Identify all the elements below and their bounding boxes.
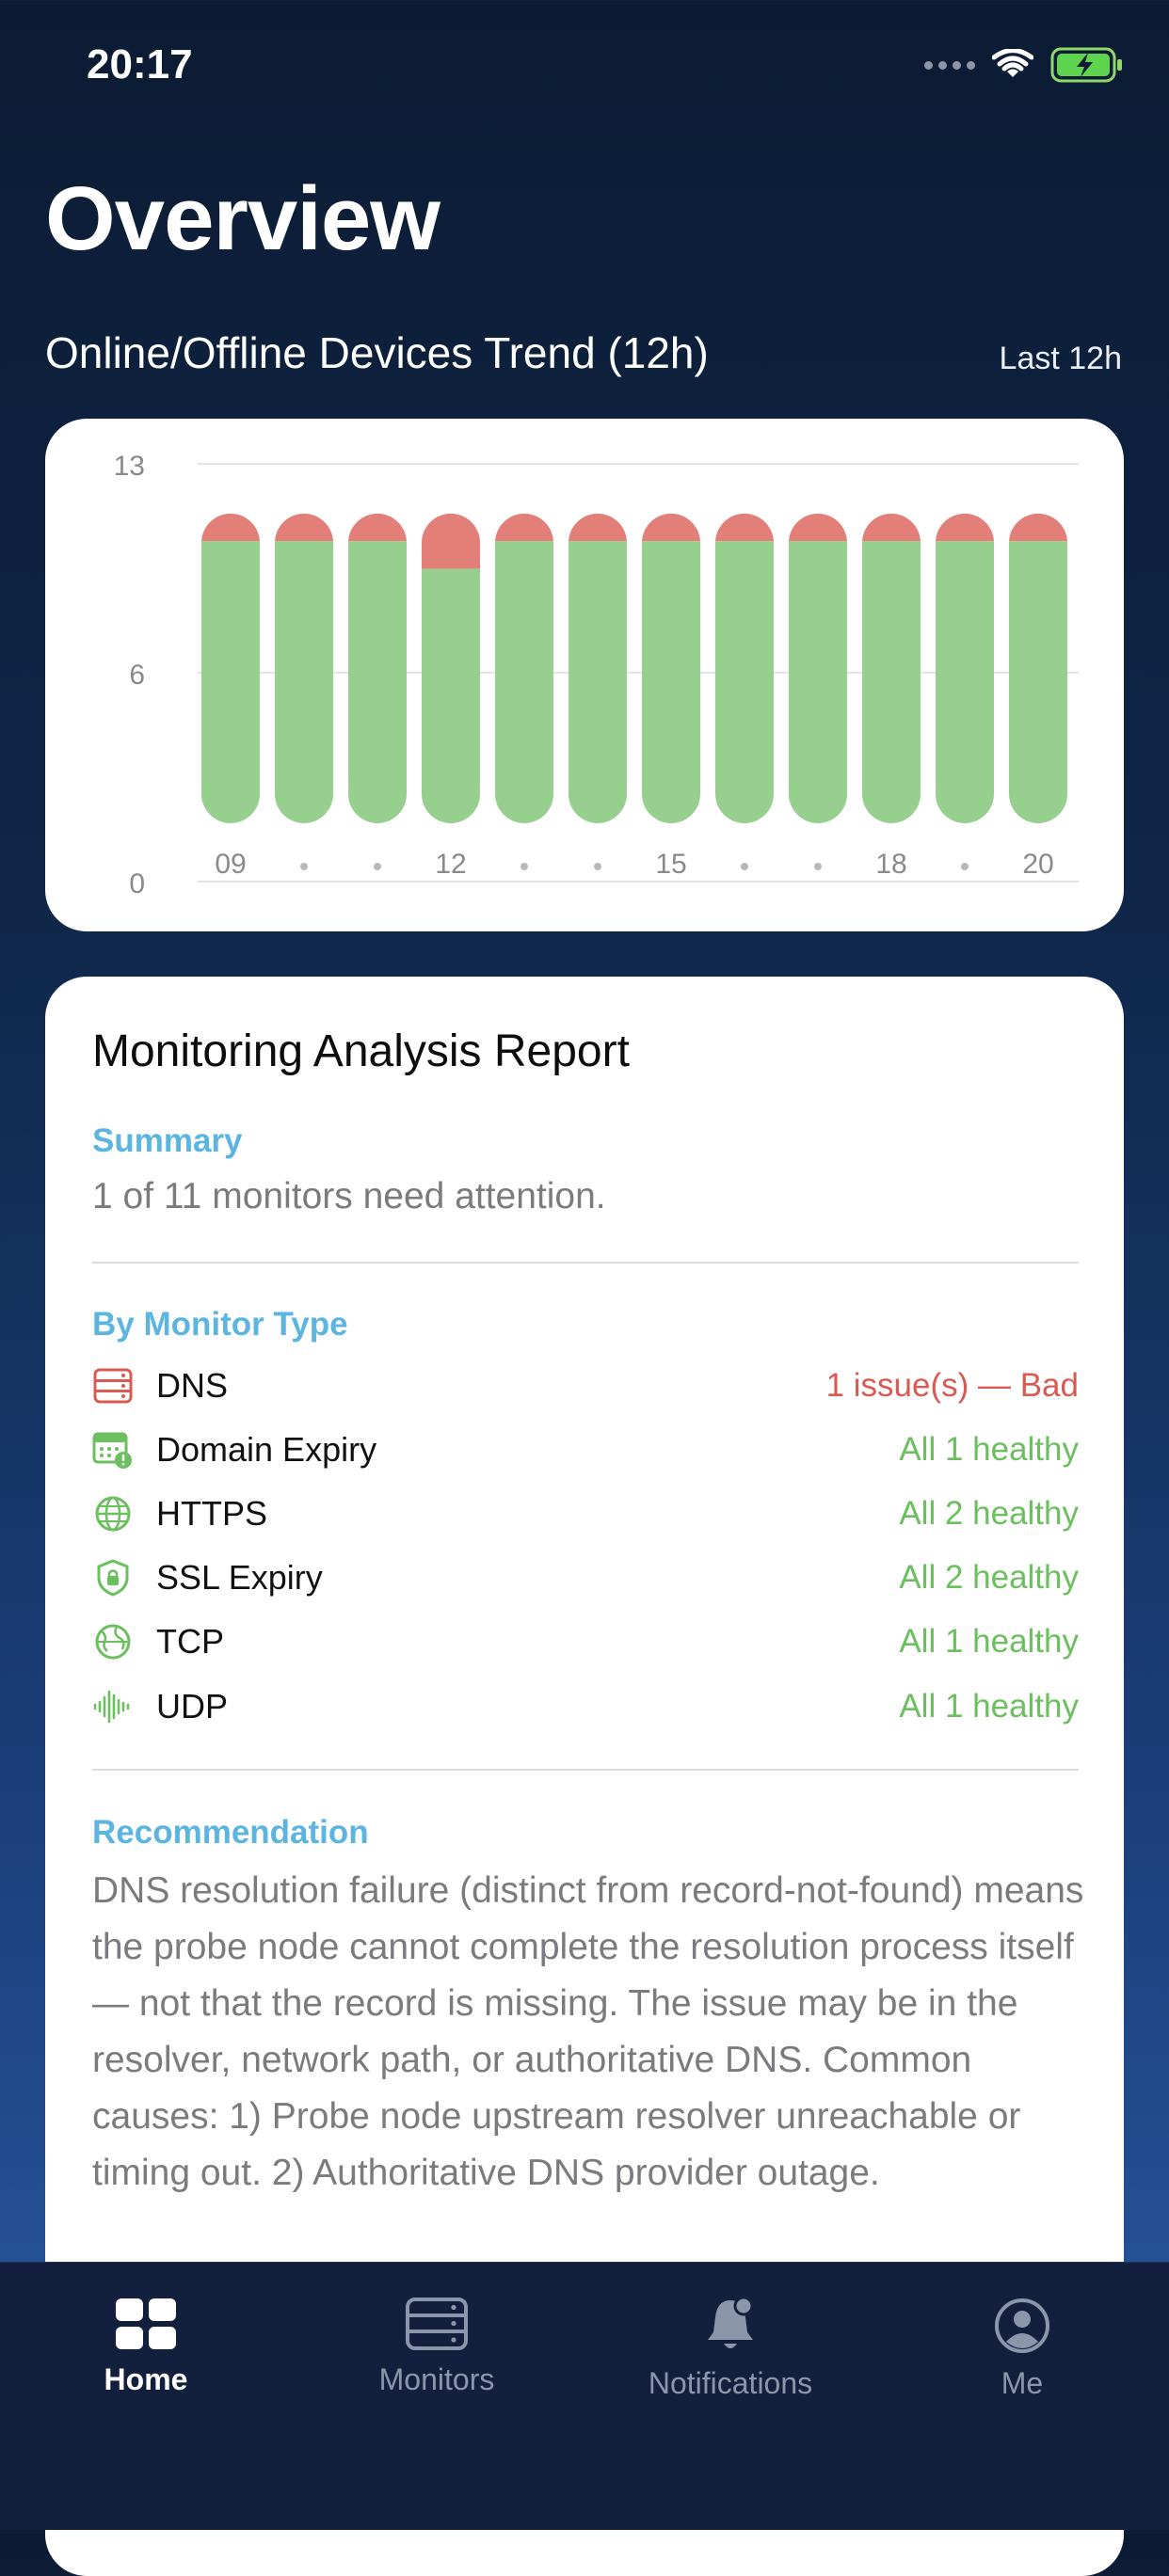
bar-online [642,541,700,823]
tab-me[interactable]: Me [928,2297,1116,2401]
monitor-type-name: Domain Expiry [156,1430,377,1469]
y-tick-label: 13 [114,451,145,482]
bar-online [1009,541,1067,823]
bar-online [862,541,921,823]
bar-offline [936,513,994,543]
tab-notifications[interactable]: Notifications [636,2297,825,2401]
x-tick-dot [300,863,308,870]
tab-monitors[interactable]: Monitors [343,2297,531,2397]
x-tick-dot [741,863,748,870]
x-tick-label: 12 [435,849,466,880]
network-globe-icon [92,1621,134,1662]
x-tick-label: 09 [215,849,246,880]
bar-offline [789,513,847,543]
monitor-type-name: TCP [156,1622,224,1661]
bar-offline [275,513,333,543]
monitor-type-row-tcp[interactable]: TCP All 1 healthy [92,1614,1079,1670]
x-tick-dot [520,863,528,870]
x-tick-dot [594,863,601,870]
tab-label: Home [104,2362,188,2396]
summary-text: 1 of 11 monitors need attention. [92,1176,606,1216]
bar-offline [495,513,553,543]
bar-online [348,541,407,823]
bar-offline [1009,513,1067,543]
server-icon [92,1365,134,1407]
x-tick-dot [374,863,381,870]
bar-offline [862,513,921,543]
by-type-heading: By Monitor Type [92,1306,348,1343]
divider [92,1262,1079,1264]
tab-label: Notifications [648,2366,813,2400]
status-bar: 20:17 [0,0,1169,122]
divider [92,1769,1079,1771]
monitor-type-status: All 1 healthy [899,1623,1079,1660]
bell-icon [708,2297,754,2348]
monitor-type-status: All 2 healthy [899,1559,1079,1596]
x-tick-label: 18 [875,849,906,880]
x-tick-label: 20 [1022,849,1053,880]
bar-online [201,541,260,823]
bar-online [568,541,627,823]
signal-dots-icon [924,60,975,70]
bar-online [422,568,480,823]
monitor-type-name: UDP [156,1687,229,1725]
monitor-type-row-https[interactable]: HTTPS All 2 healthy [92,1486,1079,1542]
y-tick-label: 6 [129,660,145,691]
monitor-type-status: All 1 healthy [899,1688,1079,1725]
bar-online [936,541,994,823]
tab-home[interactable]: Home [52,2297,240,2397]
server-icon [406,2298,468,2350]
bar-offline [568,513,627,543]
trend-chart: 13 6 0 09 12 15 18 20 [114,451,1079,899]
status-time: 20:17 [87,41,193,87]
bar-offline [422,513,480,569]
waveform-icon [92,1686,134,1727]
bar-online [495,541,553,823]
person-icon [995,2298,1049,2353]
monitor-type-row-domain-expiry[interactable]: Domain Expiry All 1 healthy [92,1422,1079,1478]
recommendation-heading: Recommendation [92,1814,369,1851]
battery-charging-icon [1050,47,1122,83]
page-title: Overview [45,168,440,269]
bar-offline [201,513,260,543]
monitor-type-row-dns[interactable]: DNS 1 issue(s) — Bad [92,1358,1079,1414]
monitor-type-name: SSL Expiry [156,1558,323,1597]
bar-online [715,541,774,823]
monitor-type-status: All 2 healthy [899,1495,1079,1532]
x-tick-label: 15 [655,849,686,880]
tab-bar: Home Monitors Notifications Me [0,2262,1169,2530]
status-icons [924,47,1124,83]
grid-icon [116,2298,176,2349]
monitor-type-row-ssl-expiry[interactable]: SSL Expiry All 2 healthy [92,1550,1079,1606]
bar-offline [715,513,774,543]
y-tick-label: 0 [129,868,145,899]
trend-title: Online/Offline Devices Trend (12h) [45,328,709,377]
report-title: Monitoring Analysis Report [92,1026,630,1076]
monitor-type-status: All 1 healthy [899,1431,1079,1468]
bar-online [789,541,847,823]
monitor-type-status: 1 issue(s) — Bad [825,1367,1079,1404]
trend-range-label: Last 12h [999,341,1122,376]
globe-icon [92,1493,134,1534]
summary-heading: Summary [92,1122,243,1159]
monitor-type-name: HTTPS [156,1494,268,1533]
tab-label: Me [1001,2366,1044,2400]
x-tick-dot [961,863,969,870]
trend-chart-card: 13 6 0 09 12 15 18 20 [45,419,1124,931]
bar-online [275,541,333,823]
bar-offline [642,513,700,543]
recommendation-text: DNS resolution failure (distinct from re… [92,1870,1084,2193]
wifi-icon [992,49,1033,77]
shield-lock-icon [92,1557,134,1598]
bar-offline [348,513,407,543]
monitor-type-row-udp[interactable]: UDP All 1 healthy [92,1678,1079,1735]
x-tick-dot [814,863,822,870]
calendar-alert-icon [92,1429,134,1471]
tab-label: Monitors [378,2362,495,2396]
monitor-type-name: DNS [156,1366,229,1405]
